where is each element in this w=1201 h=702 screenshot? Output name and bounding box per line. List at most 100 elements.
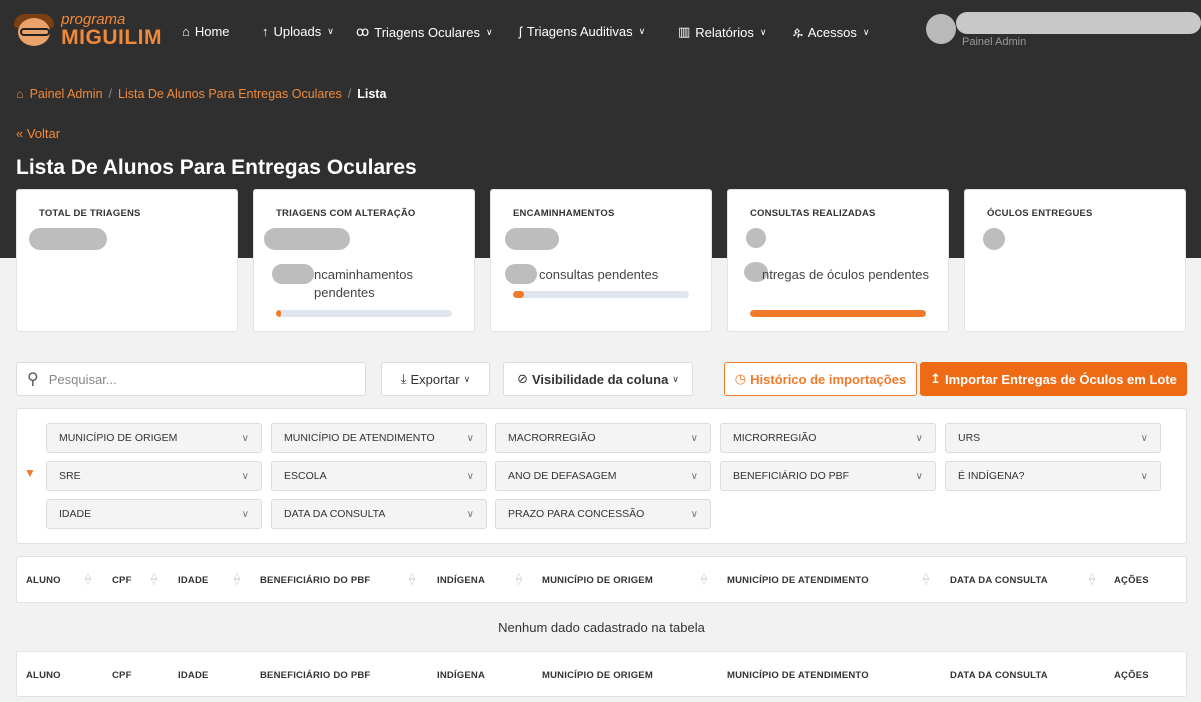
nav-relatorios[interactable]: ▥ Relatórios ∨ [678,24,766,40]
progress-bar [276,310,452,317]
mascot-logo-icon [12,10,55,50]
back-link[interactable]: « Voltar [16,126,60,141]
upload-icon: ↑ [262,24,269,39]
column-header-indigena[interactable]: INDÍGENA [437,575,485,586]
progress-bar-fill [276,310,282,317]
filter-label: MACRORREGIÃO [508,432,596,444]
chevron-down-icon: ∨ [672,373,679,384]
column-header-municipio-origem[interactable]: MUNICÍPIO DE ORIGEM [542,575,653,586]
filter-icon: ▼ [24,466,36,480]
glasses-icon: ꝏ [356,24,370,39]
nav-acessos[interactable]: ዹ Acessos ∨ [793,24,869,40]
filter-label: ANO DE DEFASAGEM [508,470,617,482]
home-icon[interactable]: ⌂ [16,87,24,101]
sort-icon[interactable]: △ ▽ [922,572,930,586]
column-visibility-button[interactable]: ⊘ Visibilidade da coluna ∨ [503,362,693,396]
chevron-down-icon: ∨ [915,470,923,482]
breadcrumb-separator: / [347,87,352,101]
chevron-down-icon: ∨ [638,26,646,36]
sort-icon[interactable]: △ ▽ [84,572,92,586]
column-header-cpf[interactable]: CPF [112,575,132,586]
chevron-down-icon: ∨ [327,26,334,36]
chevron-down-icon: ∨ [1140,432,1148,444]
stat-card-oculos-entregues: ÓCULOS ENTREGUES [964,189,1186,332]
search-icon: ⚲ [27,371,39,388]
nav-home-label: Home [194,24,230,39]
filter-ano-defasagem[interactable]: ANO DE DEFASAGEM ∨ [495,461,711,491]
footer-column-indigena: INDÍGENA [437,670,486,681]
app-logo[interactable]: programa MIGUILIM [12,8,162,52]
filter-indigena[interactable]: É INDÍGENA? ∨ [945,461,1161,491]
column-header-aluno[interactable]: ALUNO [26,575,61,586]
nav-home[interactable]: ⌂ Home [182,24,230,39]
stat-card-consultas-realizadas: CONSULTAS REALIZADAS ntregas de óculos p… [727,189,949,332]
empty-table-message: Nenhum dado cadastrado na tabela [16,602,1187,652]
filter-label: DATA DA CONSULTA [284,508,386,520]
footer-column-beneficiario: BENEFICIÁRIO DO PBF [260,670,371,681]
sort-icon[interactable]: △ ▽ [408,572,416,586]
breadcrumb-item-painel-admin[interactable]: Painel Admin [30,87,103,101]
chevron-down-icon: ∨ [241,508,249,520]
home-icon: ⌂ [182,24,190,39]
card-title: ÓCULOS ENTREGUES [987,208,1093,219]
nav-triagens-oculares[interactable]: ꝏ Triagens Oculares ∨ [356,24,493,40]
filter-municipio-origem[interactable]: MUNICÍPIO DE ORIGEM ∨ [46,423,262,453]
sort-icon[interactable]: △ ▽ [1088,572,1096,586]
sort-icon[interactable]: △ ▽ [150,572,158,586]
nav-triagens-auditivas-label: Triagens Auditivas [526,24,633,39]
nav-uploads[interactable]: ↑ Uploads ∨ [262,24,334,39]
filter-urs[interactable]: URS ∨ [945,423,1161,453]
chevron-down-icon: ∨ [759,26,767,37]
search-box[interactable]: ⚲ [16,362,366,396]
column-header-idade[interactable]: IDADE [178,575,209,586]
logo-line2: MIGUILIM [61,26,162,49]
user-role: Painel Admin [962,36,1027,48]
user-avatar[interactable] [926,14,956,44]
nav-relatorios-label: Relatórios [695,24,754,40]
export-button[interactable]: ⤓ Exportar ∨ [381,362,490,396]
filter-label: BENEFICIÁRIO DO PBF [733,470,850,482]
sort-icon[interactable]: △ ▽ [515,572,523,586]
redacted-value [746,228,766,248]
filter-label: ESCOLA [284,470,327,482]
card-title: TOTAL DE TRIAGENS [39,208,141,219]
import-history-button[interactable]: ◷ Histórico de importações [724,362,917,396]
chevron-down-icon: ∨ [862,26,870,37]
chevron-down-icon: ∨ [485,26,493,37]
column-header-municipio-atendimento[interactable]: MUNICÍPIO DE ATENDIMENTO [727,575,869,586]
redacted-value [505,228,559,250]
filter-microrregiao[interactable]: MICRORREGIÃO ∨ [720,423,936,453]
sort-icon[interactable]: △ ▽ [700,572,708,586]
page-title: Lista De Alunos Para Entregas Oculares [16,156,417,179]
filter-prazo-concessao[interactable]: PRAZO PARA CONCESSÃO ∨ [495,499,711,529]
filter-beneficiario-pbf[interactable]: BENEFICIÁRIO DO PBF ∨ [720,461,936,491]
breadcrumb: ⌂ Painel Admin / Lista De Alunos Para En… [16,87,386,101]
footer-column-idade: IDADE [178,670,209,681]
search-input[interactable] [48,371,339,387]
column-header-beneficiario[interactable]: BENEFICIÁRIO DO PBF [260,575,370,586]
filter-idade[interactable]: IDADE ∨ [46,499,262,529]
filter-sre[interactable]: SRE ∨ [46,461,262,491]
filter-macrorregiao[interactable]: MACRORREGIÃO ∨ [495,423,711,453]
card-subtitle: ntregas de óculos pendentes [762,267,929,282]
card-title: TRIAGENS COM ALTERAÇÃO [276,208,416,219]
top-navbar: programa MIGUILIM ⌂ Home ↑ Uploads ∨ ꝏ T… [0,0,1201,68]
filter-data-consulta[interactable]: DATA DA CONSULTA ∨ [271,499,487,529]
export-label: Exportar [410,371,460,387]
import-batch-button[interactable]: ↥ Importar Entregas de Óculos em Lote [920,362,1187,396]
breadcrumb-item-lista-alunos[interactable]: Lista De Alunos Para Entregas Oculares [118,87,342,101]
filter-label: IDADE [59,508,92,520]
redacted-value [29,228,107,250]
users-icon: ዹ [793,24,803,39]
redacted-value [983,228,1005,250]
nav-triagens-auditivas[interactable]: ʃ Triagens Auditivas ∨ [519,24,645,39]
filter-label: SRE [59,470,81,482]
card-title: CONSULTAS REALIZADAS [750,208,876,219]
column-header-data-consulta[interactable]: DATA DA CONSULTA [950,575,1048,586]
bar-chart-icon: ▥ [678,24,691,39]
filter-municipio-atendimento[interactable]: MUNICÍPIO DE ATENDIMENTO ∨ [271,423,487,453]
sort-icon[interactable]: △ ▽ [233,572,241,586]
user-name-redacted[interactable] [956,12,1201,34]
filter-escola[interactable]: ESCOLA ∨ [271,461,487,491]
footer-column-acoes: AÇÕES [1114,670,1149,681]
